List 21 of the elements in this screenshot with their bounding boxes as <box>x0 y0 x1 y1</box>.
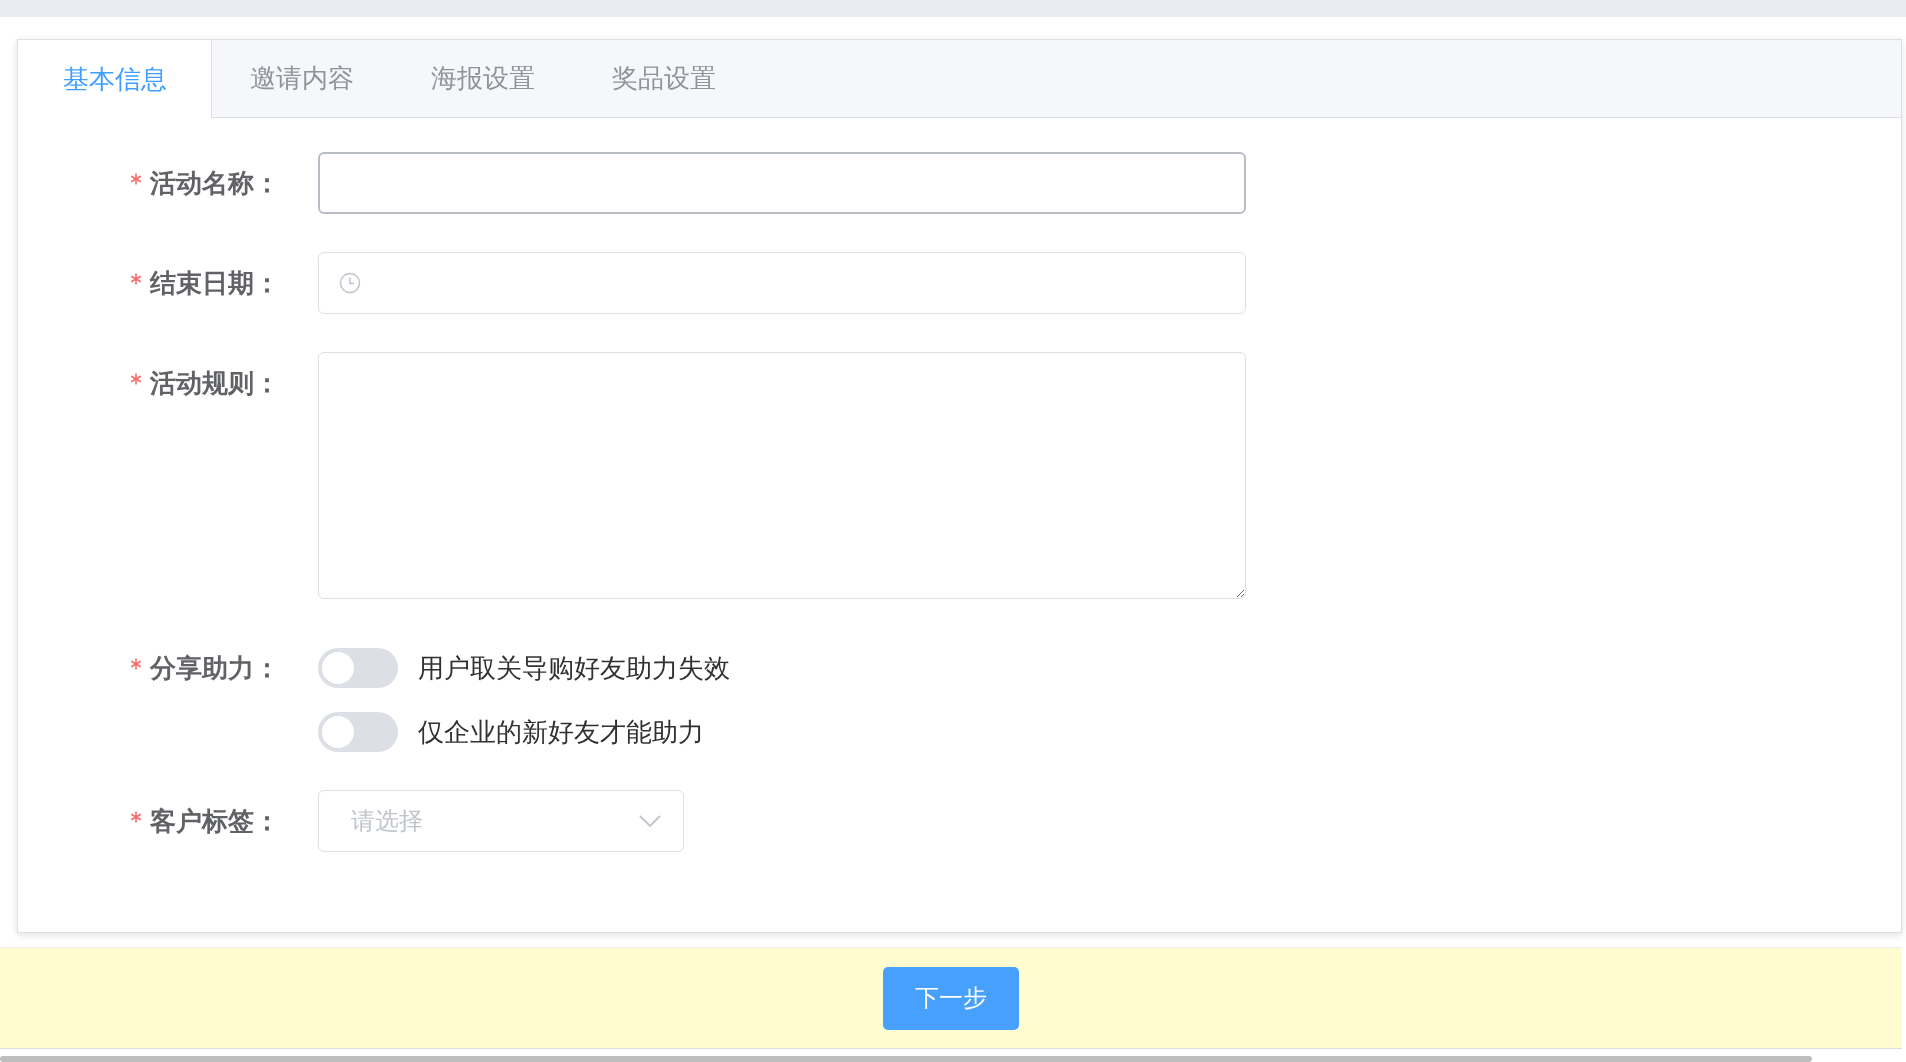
toggle-switch[interactable] <box>318 648 398 688</box>
tab[interactable]: 奖品设置 <box>574 40 755 117</box>
tab[interactable]: 海报设置 <box>393 40 574 117</box>
date-field[interactable] <box>318 252 1246 314</box>
chevron-down-icon <box>639 815 661 827</box>
text-area[interactable] <box>318 352 1246 599</box>
field-label: 客户标签： <box>150 805 280 838</box>
tab[interactable]: 基本信息 <box>18 40 212 118</box>
field-label: 活动规则： <box>150 367 280 400</box>
tab[interactable]: 邀请内容 <box>212 40 393 117</box>
toggle-switch[interactable] <box>318 712 398 752</box>
next-button[interactable]: 下一步 <box>883 966 1019 1030</box>
select-field[interactable]: 请选择 <box>318 790 684 852</box>
field-label: 分享助力： <box>150 652 280 685</box>
clock-icon <box>339 272 361 294</box>
field-label: 结束日期： <box>150 267 280 300</box>
switch-label: 用户取关导购好友助力失效 <box>418 651 730 685</box>
switch-label: 仅企业的新好友才能助力 <box>418 715 704 749</box>
scrollbar[interactable] <box>0 1056 1812 1062</box>
input-field[interactable] <box>318 152 1246 214</box>
field-label: 活动名称： <box>150 167 280 200</box>
